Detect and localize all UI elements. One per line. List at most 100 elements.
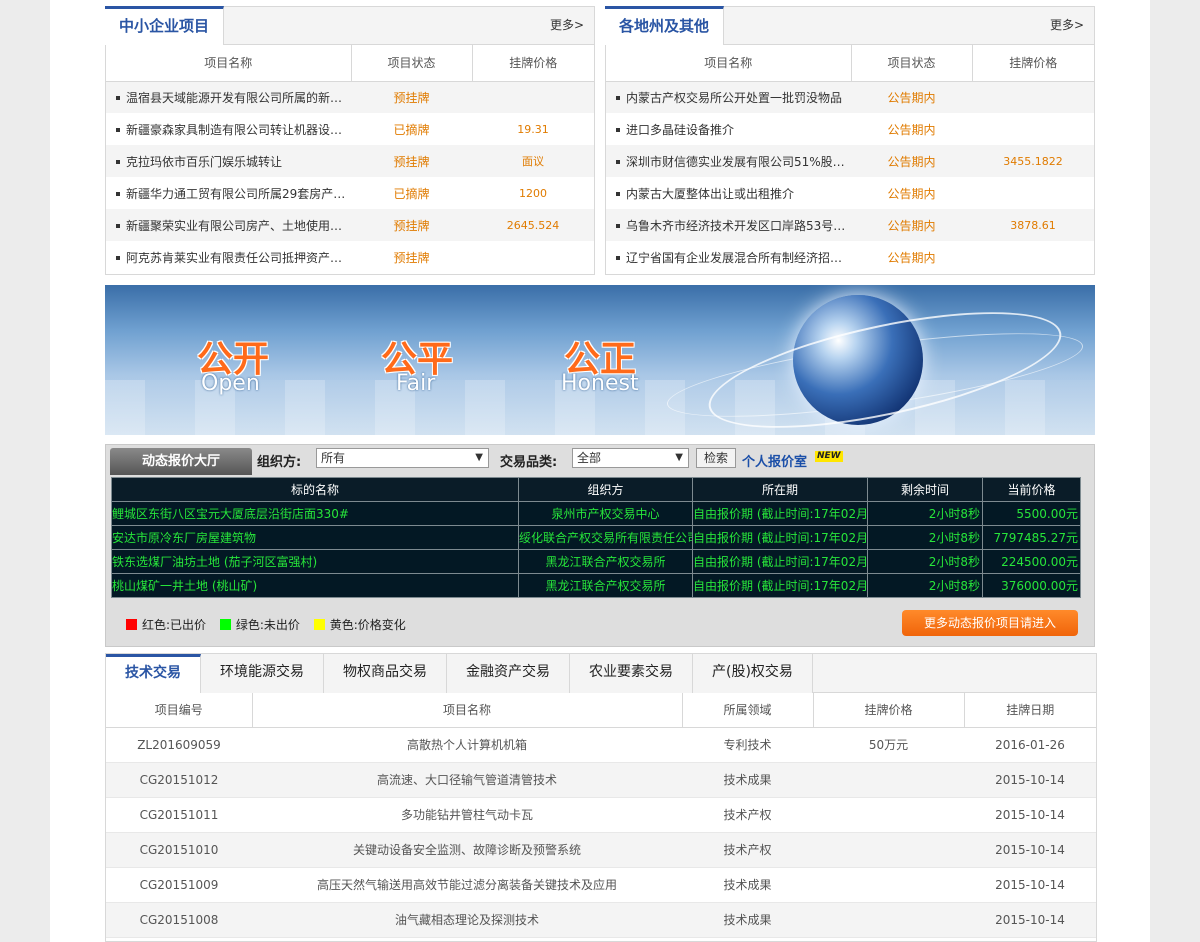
project-status: 公告期内 — [851, 209, 972, 241]
quote-price: 7797485.27元 — [982, 525, 1081, 550]
search-button[interactable]: 检索 — [696, 448, 736, 468]
col-header-target: 标的名称 — [111, 477, 519, 502]
project-name-link[interactable]: 高流速、大口径输气管道清管技术 — [252, 762, 682, 798]
project-name-link[interactable]: 克拉玛依市百乐门娱乐城转让 — [126, 155, 282, 169]
project-name-link[interactable]: 新疆华力通工贸有限公司所属29套房产… — [126, 187, 345, 201]
table-row[interactable]: CG20151009 高压天然气输送用高效节能过滤分离装备关键技术及应用 技术成… — [106, 867, 1096, 903]
sme-more-link[interactable]: 更多> — [550, 16, 584, 33]
project-name-link[interactable]: 进口多晶硅设备推介 — [626, 123, 734, 137]
more-quote-projects-button[interactable]: 更多动态报价项目请进入 — [902, 610, 1078, 636]
legend-item-yellow: 黄色:价格变化 — [313, 618, 406, 632]
org-filter-label: 组织方: — [257, 455, 302, 470]
project-name-link[interactable]: 高压天然气输送用高效节能过滤分离装备关键技术及应用 — [252, 867, 682, 903]
table-row[interactable]: 新疆聚荣实业有限公司房产、土地使用… 预挂牌 2645.524 — [106, 209, 594, 241]
table-row[interactable]: 温宿县天域能源开发有限公司所属的新… 预挂牌 — [106, 81, 594, 113]
regional-panel-title[interactable]: 各地州及其他 — [605, 6, 725, 45]
quote-target-name[interactable]: 铁东选煤厂油坊土地 (茄子河区富强村) — [111, 549, 519, 574]
table-row[interactable]: 乌鲁木齐市经济技术开发区口岸路53号… 公告期内 3878.61 — [606, 209, 1094, 241]
project-name-link[interactable]: 关键动设备安全监测、故障诊断及预警系统 — [252, 832, 682, 868]
tab-financial-assets[interactable]: 金融资产交易 — [447, 654, 570, 693]
org-filter-value: 所有 — [321, 451, 346, 465]
regional-more-link[interactable]: 更多> — [1050, 16, 1084, 33]
project-name-link[interactable]: 新疆聚荣实业有限公司房产、土地使用… — [126, 219, 342, 233]
table-row[interactable]: 进口多晶硅设备推介 公告期内 — [606, 113, 1094, 145]
table-row[interactable]: CG20151011 多功能钻井管柱气动卡瓦 技术产权 2015-10-14 — [106, 797, 1096, 833]
color-legend: 红色:已出价 绿色:未出价 黄色:价格变化 — [126, 616, 416, 633]
project-name-link[interactable]: 温宿县天域能源开发有限公司所属的新… — [126, 91, 342, 105]
table-row[interactable]: 新疆华力通工贸有限公司所属29套房产… 已摘牌 1200 — [106, 177, 594, 209]
quote-target-name[interactable]: 安达市原冷东厂房屋建筑物 — [111, 525, 519, 550]
table-row[interactable]: CG20151008 油气藏相态理论及探测技术 技术成果 2015-10-14 — [106, 902, 1096, 938]
quote-price: 376000.00元 — [982, 573, 1081, 598]
project-status: 公告期内 — [887, 250, 936, 265]
org-filter-select[interactable]: 所有 ▼ — [316, 448, 489, 468]
table-row[interactable]: 内蒙古大厦整体出让或出租推介 公告期内 — [606, 177, 1094, 209]
trade-category-panel: 技术交易 环境能源交易 物权商品交易 金融资产交易 农业要素交易 产(股)权交易… — [105, 653, 1097, 942]
table-row[interactable]: 新疆豪森家具制造有限公司转让机器设… 已摘牌 19.31 — [106, 113, 594, 145]
project-name-link[interactable]: 油气藏相态理论及探测技术 — [252, 902, 682, 938]
project-name-link[interactable]: 阿克苏肯莱实业有限责任公司抵押资产… — [126, 251, 342, 265]
table-row[interactable]: CG20151010 关键动设备安全监测、故障诊断及预警系统 技术产权 2015… — [106, 832, 1096, 868]
col-header-price: 挂牌价格 — [472, 45, 594, 82]
tab-environment-energy[interactable]: 环境能源交易 — [201, 654, 324, 693]
tab-agriculture[interactable]: 农业要素交易 — [570, 654, 693, 693]
project-name-link[interactable]: 多功能钻井管柱气动卡瓦 — [252, 797, 682, 833]
quote-org: 泉州市产权交易中心 — [518, 501, 693, 526]
table-row[interactable]: 鲤城区东街八区宝元大厦底层沿街店面330# 泉州市产权交易中心 自由报价期 (截… — [111, 501, 1081, 526]
project-price — [972, 113, 1094, 145]
project-date: 2015-10-14 — [964, 867, 1096, 903]
col-header-status: 项目状态 — [351, 45, 473, 82]
table-row[interactable]: 桃山煤矿一井土地 (桃山矿) 黑龙江联合产权交易所 自由报价期 (截止时间:17… — [111, 573, 1081, 598]
table-row[interactable]: 阿克苏肯莱实业有限责任公司抵押资产… 预挂牌 — [106, 241, 594, 273]
project-name-link[interactable]: 辽宁省国有企业发展混合所有制经济招… — [626, 251, 842, 265]
table-row[interactable]: 安达市原冷东厂房屋建筑物 绥化联合产权交易所有限责任公司 自由报价期 (截止时间… — [111, 525, 1081, 550]
sme-panel-title[interactable]: 中小企业项目 — [105, 6, 225, 45]
table-row[interactable]: CG20151012 高流速、大口径输气管道清管技术 技术成果 2015-10-… — [106, 762, 1096, 798]
green-square-icon — [219, 619, 231, 630]
yellow-square-icon — [313, 619, 325, 630]
project-name-link[interactable]: 内蒙古大厦整体出让或出租推介 — [626, 187, 794, 201]
project-price — [813, 797, 964, 833]
tab-equity[interactable]: 产(股)权交易 — [693, 654, 813, 693]
project-name-link[interactable]: 乌鲁木齐市经济技术开发区口岸路53号… — [626, 219, 845, 233]
project-price — [972, 177, 1094, 209]
project-price: 50万元 — [813, 727, 964, 763]
table-row[interactable]: 铁东选煤厂油坊土地 (茄子河区富强村) 黑龙江联合产权交易所 自由报价期 (截止… — [111, 549, 1081, 574]
table-row[interactable]: 辽宁省国有企业发展混合所有制经济招… 公告期内 — [606, 241, 1094, 273]
quote-price: 5500.00元 — [982, 501, 1081, 526]
page: 中小企业项目 更多> 项目名称 项目状态 挂牌价格 温宿县天域能源开发有限公司所… — [50, 0, 1150, 942]
quote-period: 自由报价期 (截止时间:17年02月 — [692, 573, 868, 598]
project-status: 预挂牌 — [351, 81, 472, 113]
project-name-link[interactable]: 新疆豪森家具制造有限公司转让机器设… — [126, 123, 342, 137]
project-field: 技术成果 — [682, 867, 813, 903]
table-row[interactable]: 克拉玛依市百乐门娱乐城转让 预挂牌 面议 — [106, 145, 594, 177]
quote-target-name[interactable]: 鲤城区东街八区宝元大厦底层沿街店面330# — [111, 501, 519, 526]
project-name-link[interactable]: 高散热个人计算机机箱 — [252, 727, 682, 763]
quote-period: 自由报价期 (截止时间:17年02月 — [692, 525, 868, 550]
legend-label: 黄色:价格变化 — [329, 618, 406, 632]
tab-tech-trade[interactable]: 技术交易 — [106, 654, 201, 693]
project-price — [813, 902, 964, 938]
legend-label: 红色:已出价 — [142, 618, 207, 632]
bullet-icon — [616, 224, 620, 228]
quote-table: 标的名称 组织方 所在期 剩余时间 当前价格 鲤城区东街八区宝元大厦底层沿街店面… — [111, 477, 1081, 598]
col-header-price: 挂牌价格 — [813, 693, 965, 728]
quote-remaining: 2小时8秒 — [867, 501, 983, 526]
bullet-icon — [116, 160, 120, 164]
project-name-link[interactable]: 内蒙古产权交易所公开处置一批罚没物品 — [626, 91, 842, 105]
quote-org: 绥化联合产权交易所有限责任公司 — [518, 525, 693, 550]
bullet-icon — [616, 160, 620, 164]
project-status: 预挂牌 — [393, 250, 430, 265]
project-status: 已摘牌 — [393, 186, 430, 201]
new-badge: NEW — [815, 451, 843, 462]
quote-target-name[interactable]: 桃山煤矿一井土地 (桃山矿) — [111, 573, 519, 598]
project-name-link[interactable]: 深圳市财信德实业发展有限公司51%股… — [626, 155, 845, 169]
category-filter-select[interactable]: 全部 ▼ — [572, 448, 689, 468]
personal-quote-room-link[interactable]: 个人报价室 — [742, 451, 807, 470]
col-header-field: 所属领域 — [682, 693, 814, 728]
table-row[interactable]: ZL201609059 高散热个人计算机机箱 专利技术 50万元 2016-01… — [106, 727, 1096, 763]
table-row[interactable]: 深圳市财信德实业发展有限公司51%股… 公告期内 3455.1822 — [606, 145, 1094, 177]
tab-property-goods[interactable]: 物权商品交易 — [324, 654, 447, 693]
slogan-banner[interactable]: 公开 Open 公平 Fair 公正 Honest — [105, 285, 1095, 435]
table-row[interactable]: 内蒙古产权交易所公开处置一批罚没物品 公告期内 — [606, 81, 1094, 113]
